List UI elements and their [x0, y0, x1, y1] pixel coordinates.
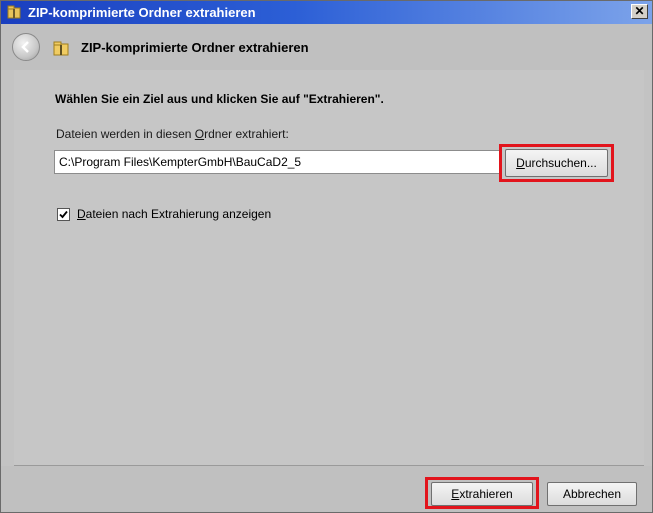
- extract-dialog-window: ZIP-komprimierte Ordner extrahieren ✕ ZI…: [0, 0, 653, 513]
- content-panel: Wählen Sie ein Ziel aus und klicken Sie …: [14, 70, 644, 466]
- destination-path-input[interactable]: [54, 150, 500, 174]
- instruction-heading: Wählen Sie ein Ziel aus und klicken Sie …: [55, 92, 384, 106]
- close-button[interactable]: ✕: [631, 4, 648, 19]
- show-files-checkbox[interactable]: [57, 208, 70, 221]
- browse-button[interactable]: Durchsuchen...: [505, 149, 608, 177]
- window-title: ZIP-komprimierte Ordner extrahieren: [28, 5, 256, 20]
- destination-label: Dateien werden in diesen Ordner extrahie…: [56, 127, 289, 141]
- back-button[interactable]: [12, 33, 40, 61]
- title-bar: ZIP-komprimierte Ordner extrahieren ✕: [1, 1, 652, 24]
- dialog-heading: ZIP-komprimierte Ordner extrahieren: [81, 40, 309, 55]
- checkmark-icon: [59, 210, 68, 219]
- extract-button[interactable]: Extrahieren: [431, 482, 533, 506]
- folder-zip-icon: [7, 5, 21, 19]
- cancel-button[interactable]: Abbrechen: [547, 482, 637, 506]
- button-bar: Extrahieren Abbrechen: [1, 466, 652, 512]
- back-arrow-icon: [21, 41, 29, 53]
- close-icon: ✕: [634, 4, 645, 18]
- navigation-bar: ZIP-komprimierte Ordner extrahieren: [1, 24, 652, 70]
- folder-zip-icon: [53, 40, 69, 56]
- show-files-label[interactable]: Dateien nach Extrahierung anzeigen: [77, 207, 271, 221]
